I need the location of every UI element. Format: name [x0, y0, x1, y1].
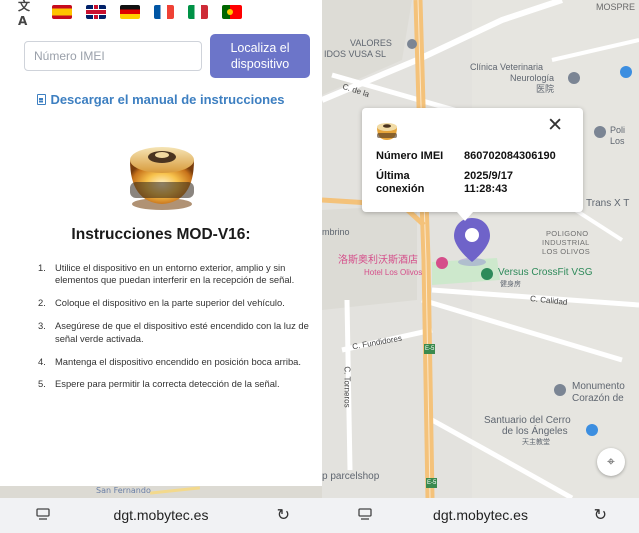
map-label-parcelshop: p parcelshop [322, 471, 380, 482]
v16-beacon-image [130, 147, 194, 210]
url-text[interactable]: dgt.mobytec.es [0, 507, 322, 523]
flag-uk-icon[interactable] [86, 5, 106, 19]
map-label-hotel-cn: 洛斯奥利沃斯酒店 [338, 255, 418, 266]
map-label-e5-south: E-5 [426, 478, 438, 488]
beacon-thumbnail [377, 123, 397, 140]
device-location-pin[interactable] [452, 216, 492, 266]
instruction-item: 1. Utilice el dispositivo en un entorno e… [38, 262, 295, 286]
flag-france-icon[interactable] [154, 5, 174, 19]
imei-value: 860702084306190 [464, 150, 556, 162]
last-connection-label-1: Última [376, 170, 410, 182]
map-label-mbrino: mbrino [322, 227, 350, 237]
close-icon[interactable]: ✕ [547, 114, 563, 136]
recenter-button[interactable]: ⌖ [597, 448, 625, 476]
map-label-e5-north: E-5 [424, 344, 436, 354]
browser-address-bar-right[interactable]: dgt.mobytec.es ↻ [322, 498, 639, 533]
last-connection-label-2: conexión [376, 183, 425, 195]
language-bar: 文A [18, 0, 242, 28]
document-icon [37, 94, 47, 105]
map-label-hospital-cn: 医院 [536, 84, 555, 94]
url-text[interactable]: dgt.mobytec.es [322, 507, 639, 523]
download-manual-label: Descargar el manual de instrucciones [50, 92, 285, 107]
locate-device-button[interactable]: Localiza el dispositivo [210, 34, 310, 78]
instruction-item: 2. Coloque el dispositivo en la parte sup… [38, 297, 285, 309]
reload-icon[interactable]: ↻ [594, 505, 607, 524]
locator-panel: 文A Localiza el dispositivo Descargar el … [0, 0, 322, 498]
map-label-church-cn: 天主教堂 [522, 439, 550, 446]
map-label-vusa: IDOS VUSA SL [324, 49, 387, 59]
flag-italy-icon[interactable] [188, 5, 208, 19]
imei-label: Número IMEI [376, 150, 444, 162]
instructions-title: Instrucciones MOD-V16: [71, 226, 251, 243]
map-label-los: Los [610, 136, 625, 146]
map-label-los-angeles: de los Ángeles [502, 426, 568, 437]
map-label-corazon: Corazón de [572, 393, 624, 404]
browser-address-bar-left[interactable]: dgt.mobytec.es ↻ [0, 498, 322, 533]
popup-pointer [457, 212, 473, 221]
instruction-item: 5. Espere para permitir la correcta detec… [38, 378, 280, 390]
map-label-monumento: Monumento [572, 381, 625, 392]
map-label-hotel: Hotel Los Olivos [364, 268, 423, 277]
translate-icon[interactable]: 文A [18, 0, 38, 28]
map-label-mostoles: MOSPRE [595, 2, 635, 12]
map-label-gym-cn: 健身房 [500, 281, 521, 288]
instructions-list: 1. Utilice el dispositivo en un entorno e… [38, 262, 314, 401]
flag-spain-icon[interactable] [52, 5, 72, 19]
map-label-versus-crossfit: Versus CrossFit VSG [498, 267, 593, 278]
flag-germany-icon[interactable] [120, 5, 140, 19]
flag-portugal-icon[interactable] [222, 5, 242, 19]
instruction-item: 3. Asegúrese de que el dispositivo esté e… [38, 320, 309, 344]
map-label-trans: Trans X T [586, 198, 630, 209]
map-label-los-olivos: LOS OLIVOS [542, 247, 591, 256]
reload-icon[interactable]: ↻ [277, 505, 290, 524]
last-connection-time: 11:28:43 [464, 183, 508, 195]
crosshair-icon: ⌖ [607, 454, 615, 470]
imei-input[interactable] [24, 41, 202, 71]
instruction-item: 4. Mantenga el dispositivo encendido en p… [38, 355, 301, 367]
map-label-poli: Poli [610, 125, 626, 135]
device-info-popup: ✕ Número IMEI 860702084306190 Última con… [362, 108, 583, 212]
download-manual-link[interactable]: Descargar el manual de instrucciones [0, 92, 322, 107]
map-label-neurologia: Neurología [510, 73, 555, 83]
map-label-san-fernando: San Fernando [96, 486, 151, 495]
last-connection-date: 2025/9/17 [464, 170, 513, 182]
map-label-clinica-veterinaria: Clínica Veterinaria [470, 62, 544, 72]
map-preview-strip: San Fernando [0, 486, 322, 498]
map-label-santuario: Santuario del Cerro [484, 415, 571, 426]
map-view[interactable]: MOSPRE VALORES IDOS VUSA SL C. de la Clí… [322, 0, 639, 498]
map-label-valores: VALORES [350, 38, 392, 48]
map-label-calle-torneros: C. Torneros [342, 366, 352, 408]
